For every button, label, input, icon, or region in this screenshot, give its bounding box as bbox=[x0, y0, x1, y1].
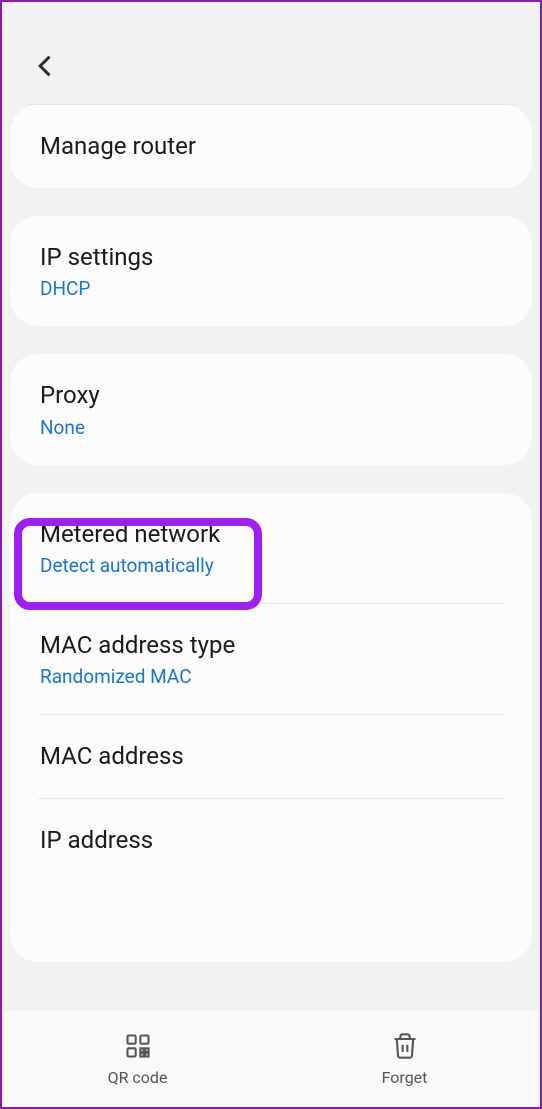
qr-code-label: QR code bbox=[108, 1068, 168, 1087]
ip-address-item[interactable]: IP address bbox=[10, 799, 532, 882]
metered-network-item[interactable]: Metered network Detect automatically bbox=[10, 493, 532, 603]
mac-address-item[interactable]: MAC address bbox=[10, 715, 532, 798]
back-icon[interactable] bbox=[32, 65, 60, 84]
manage-router-title: Manage router bbox=[40, 131, 502, 162]
ip-address-title: IP address bbox=[40, 825, 502, 856]
proxy-title: Proxy bbox=[40, 380, 502, 411]
proxy-card: Proxy None bbox=[10, 354, 532, 464]
ip-settings-value: DHCP bbox=[40, 277, 502, 300]
mac-address-type-title: MAC address type bbox=[40, 630, 502, 661]
proxy-value: None bbox=[40, 416, 502, 439]
manage-router-card: Manage router bbox=[10, 105, 532, 188]
ip-settings-item[interactable]: IP settings DHCP bbox=[10, 216, 532, 326]
bottom-bar: QR code Forget bbox=[4, 1011, 538, 1107]
network-details-card: Metered network Detect automatically MAC… bbox=[10, 493, 532, 963]
proxy-item[interactable]: Proxy None bbox=[10, 354, 532, 464]
ip-settings-title: IP settings bbox=[40, 242, 502, 273]
forget-button[interactable]: Forget bbox=[271, 1011, 538, 1107]
qr-code-icon bbox=[124, 1032, 152, 1064]
mac-address-type-item[interactable]: MAC address type Randomized MAC bbox=[10, 604, 532, 714]
trash-icon bbox=[391, 1032, 419, 1064]
metered-network-title: Metered network bbox=[40, 519, 502, 550]
metered-network-value: Detect automatically bbox=[40, 554, 502, 577]
ip-settings-card: IP settings DHCP bbox=[10, 216, 532, 326]
forget-label: Forget bbox=[382, 1068, 428, 1087]
qr-code-button[interactable]: QR code bbox=[4, 1011, 271, 1107]
mac-address-title: MAC address bbox=[40, 741, 502, 772]
manage-router-item[interactable]: Manage router bbox=[10, 105, 532, 188]
mac-address-type-value: Randomized MAC bbox=[40, 665, 502, 688]
